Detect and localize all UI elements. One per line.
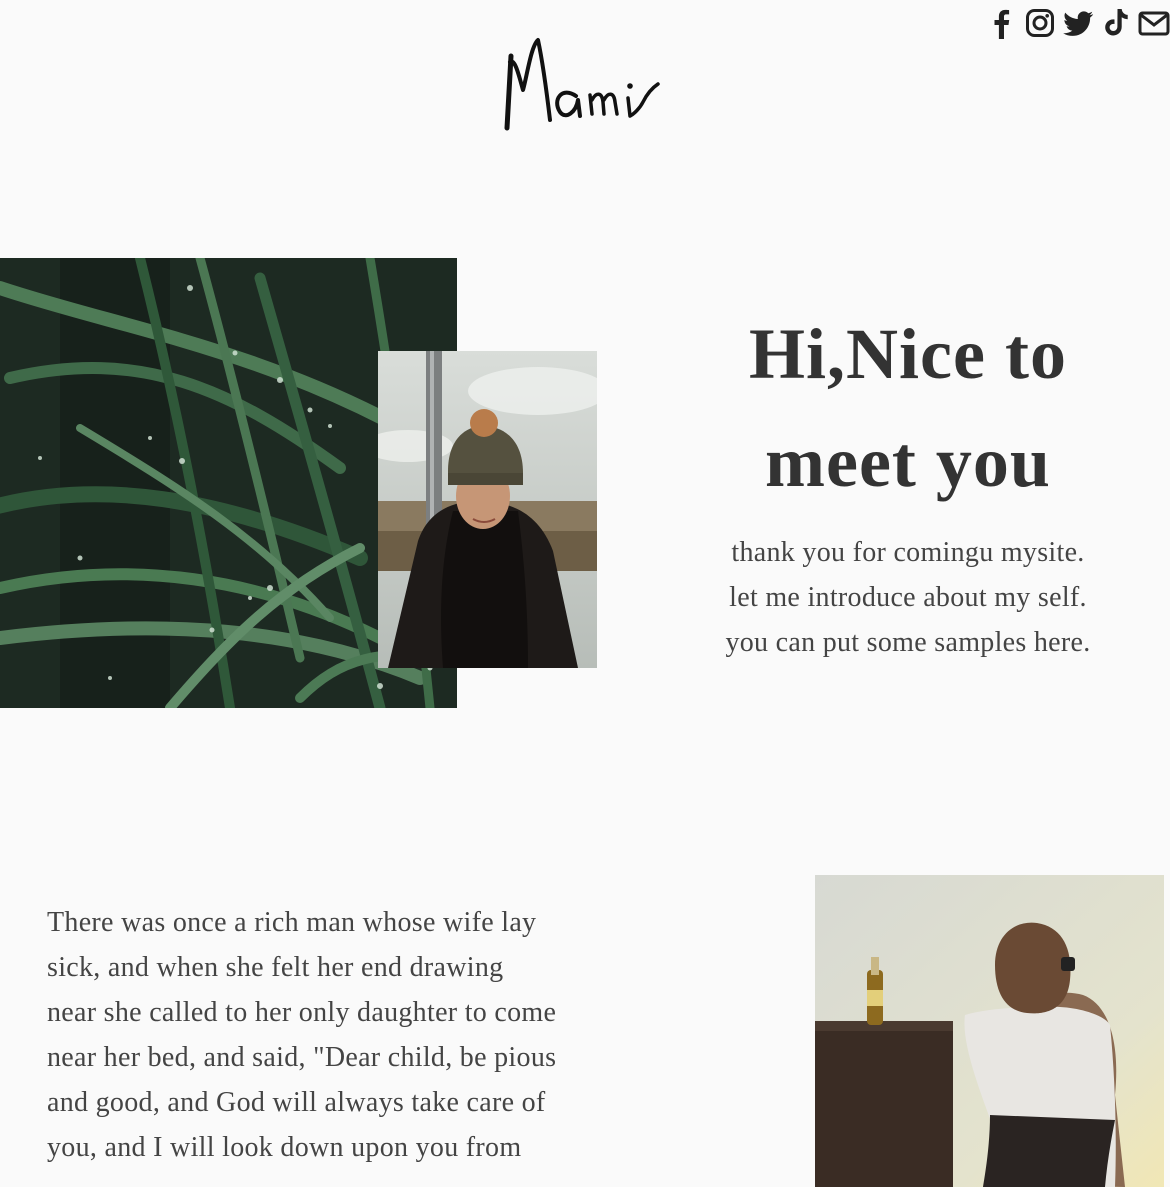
intro-heading: Hi,Nice to meet you [660, 300, 1156, 516]
heading-line-1: Hi,Nice to [749, 314, 1067, 394]
portrait-photo [378, 351, 597, 668]
instagram-icon [1026, 9, 1054, 37]
site-logo[interactable] [500, 28, 670, 138]
intro-section: Hi,Nice to meet you thank you for coming… [660, 300, 1156, 665]
intro-line: thank you for comingu mysite. [731, 537, 1085, 568]
intro-text: thank you for comingu mysite. let me int… [660, 530, 1156, 665]
intro-line: you can put some samples here. [725, 627, 1091, 658]
tiktok-link[interactable] [1100, 6, 1132, 40]
sunset-photo [815, 875, 1164, 1187]
instagram-link[interactable] [1024, 6, 1056, 40]
facebook-icon [994, 9, 1010, 39]
social-links [986, 6, 1170, 40]
story-paragraph: There was once a rich man whose wife lay… [47, 907, 557, 1163]
mail-link[interactable] [1138, 6, 1170, 40]
intro-line: let me introduce about my self. [729, 582, 1087, 613]
twitter-icon [1063, 11, 1094, 36]
logo-lettering [504, 38, 660, 131]
twitter-link[interactable] [1062, 6, 1094, 40]
tiktok-icon [1105, 9, 1128, 36]
mail-icon [1138, 11, 1170, 36]
heading-line-2: meet you [765, 422, 1051, 502]
facebook-link[interactable] [986, 6, 1018, 40]
